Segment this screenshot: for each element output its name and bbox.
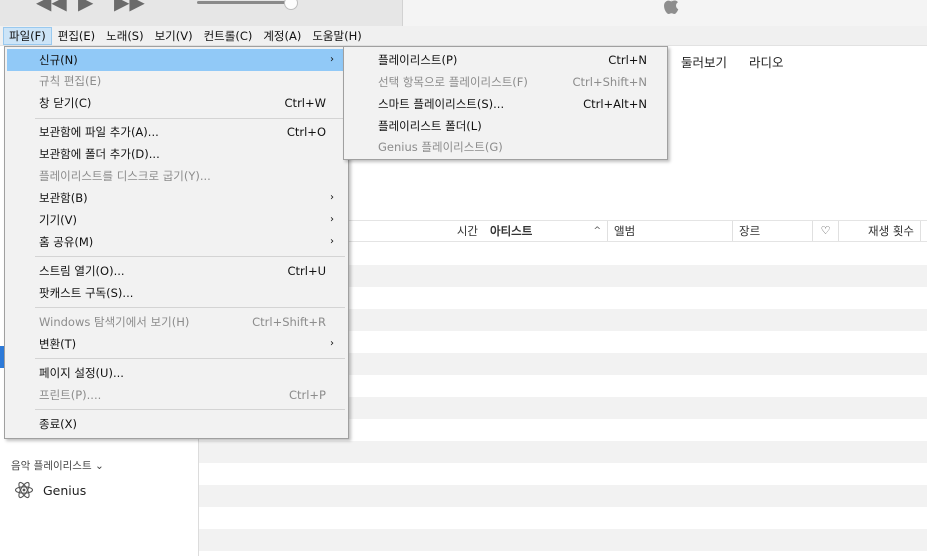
- menu-item-label: 페이지 설정(U)...: [39, 366, 124, 380]
- volume-slider-knob[interactable]: [284, 0, 298, 10]
- menu-controls[interactable]: 컨트롤(C): [199, 27, 258, 45]
- menu-item-new[interactable]: 신규(N) ›: [7, 49, 346, 71]
- menu-edit[interactable]: 편집(E): [53, 27, 100, 45]
- genius-atom-icon: [14, 481, 34, 499]
- submenu-arrow-icon: ›: [330, 236, 334, 247]
- menu-item-label: 신규(N): [39, 53, 78, 67]
- column-album[interactable]: 앨범: [608, 221, 733, 241]
- menu-item-label: 규칙 편집(E): [39, 74, 102, 88]
- menu-item-shortcut: Ctrl+U: [287, 264, 326, 278]
- sidebar-item-label: Genius: [43, 482, 87, 498]
- menu-item-label: 팟캐스트 구독(S)...: [39, 286, 134, 300]
- submenu-item-playlist[interactable]: 플레이리스트(P) Ctrl+N: [346, 49, 665, 71]
- menu-item-home-sharing[interactable]: 홈 공유(M) ›: [7, 231, 346, 253]
- player-controls: ◀◀ ▶ ▶▶: [0, 0, 403, 26]
- menu-file[interactable]: 파일(F): [3, 26, 52, 45]
- menu-item-label: Genius 플레이리스트(G): [378, 140, 503, 154]
- menu-item-shortcut: Ctrl+W: [284, 96, 326, 110]
- menu-help[interactable]: 도움말(H): [307, 27, 366, 45]
- menu-view[interactable]: 보기(V): [150, 27, 198, 45]
- menu-item-shortcut: Ctrl+Alt+N: [583, 97, 647, 111]
- menu-item-library[interactable]: 보관함(B) ›: [7, 187, 346, 209]
- menu-item-page-setup[interactable]: 페이지 설정(U)...: [7, 362, 346, 384]
- tab-browse[interactable]: 둘러보기: [681, 52, 727, 71]
- heart-icon: ♡: [820, 224, 831, 237]
- volume-slider[interactable]: [197, 1, 292, 4]
- menu-item-close-window[interactable]: 창 닫기(C) Ctrl+W: [7, 92, 346, 114]
- menu-item-devices[interactable]: 기기(V) ›: [7, 209, 346, 231]
- submenu-arrow-icon: ›: [330, 192, 334, 203]
- menu-item-open-stream[interactable]: 스트림 열기(O)... Ctrl+U: [7, 260, 346, 282]
- column-love[interactable]: ♡: [813, 221, 839, 241]
- menu-item-add-file[interactable]: 보관함에 파일 추가(A)... Ctrl+O: [7, 121, 346, 143]
- menu-item-label: 플레이리스트를 디스크로 굽기(Y)...: [39, 169, 211, 183]
- menu-separator: [35, 358, 345, 359]
- submenu-arrow-icon: ›: [330, 214, 334, 225]
- submenu-item-genius-playlist[interactable]: Genius 플레이리스트(G): [346, 136, 665, 158]
- menu-item-label: 홈 공유(M): [39, 235, 94, 249]
- menu-item-label: 스마트 플레이리스트(S)...: [378, 97, 505, 111]
- menu-separator: [35, 256, 345, 257]
- menu-item-show-in-explorer[interactable]: Windows 탐색기에서 보기(H) Ctrl+Shift+R: [7, 311, 346, 333]
- player-bar: ◀◀ ▶ ▶▶: [0, 0, 927, 26]
- column-time[interactable]: 시간: [349, 221, 484, 241]
- fast-forward-icon[interactable]: ▶▶: [114, 0, 145, 12]
- menu-item-label: 종료(X): [39, 417, 78, 431]
- menu-separator: [35, 409, 345, 410]
- column-plays[interactable]: 재생 횟수: [839, 221, 921, 241]
- column-genre[interactable]: 장르: [733, 221, 813, 241]
- table-row[interactable]: [199, 485, 927, 507]
- menu-item-shortcut: Ctrl+P: [288, 388, 326, 402]
- submenu-arrow-icon: ›: [330, 54, 334, 65]
- sidebar-item-genius[interactable]: Genius: [14, 480, 86, 500]
- table-row[interactable]: [199, 441, 927, 463]
- table-row[interactable]: [199, 529, 927, 551]
- menu-separator: [35, 118, 345, 119]
- menu-item-burn-playlist[interactable]: 플레이리스트를 디스크로 굽기(Y)...: [7, 165, 346, 187]
- menu-item-exit[interactable]: 종료(X): [7, 413, 346, 435]
- submenu-arrow-icon: ›: [330, 338, 334, 349]
- submenu-item-playlist-folder[interactable]: 플레이리스트 폴더(L): [346, 115, 665, 137]
- menu-account[interactable]: 계정(A): [258, 27, 306, 45]
- menu-item-label: 보관함에 폴더 추가(D)...: [39, 147, 160, 161]
- menu-song[interactable]: 노래(S): [101, 27, 148, 45]
- music-playlists-header[interactable]: 음악 플레이리스트 ⌄: [11, 458, 104, 473]
- menu-item-add-folder[interactable]: 보관함에 폴더 추가(D)...: [7, 143, 346, 165]
- menu-item-label: 보관함(B): [39, 191, 88, 205]
- column-artist-label: 아티스트: [490, 224, 533, 238]
- submenu-item-smart-playlist[interactable]: 스마트 플레이리스트(S)... Ctrl+Alt+N: [346, 93, 665, 115]
- rewind-icon[interactable]: ◀◀: [36, 0, 67, 12]
- menu-item-label: 플레이리스트(P): [378, 53, 458, 67]
- menu-item-shortcut: Ctrl+O: [286, 125, 326, 139]
- menu-bar: 파일(F) 편집(E) 노래(S) 보기(V) 컨트롤(C) 계정(A) 도움말…: [0, 26, 927, 46]
- menu-separator: [35, 307, 345, 308]
- menu-item-label: 선택 항목으로 플레이리스트(F): [378, 75, 528, 89]
- menu-item-shortcut: Ctrl+Shift+N: [572, 75, 647, 89]
- submenu-item-playlist-from-selection[interactable]: 선택 항목으로 플레이리스트(F) Ctrl+Shift+N: [346, 71, 665, 93]
- menu-item-shortcut: Ctrl+Shift+R: [252, 315, 326, 329]
- menu-item-label: 창 닫기(C): [39, 96, 92, 110]
- new-submenu: 플레이리스트(P) Ctrl+N 선택 항목으로 플레이리스트(F) Ctrl+…: [343, 46, 668, 160]
- apple-logo-icon: [664, 0, 679, 14]
- file-menu-dropdown: 신규(N) › 규칙 편집(E) 창 닫기(C) Ctrl+W 보관함에 파일 …: [4, 46, 349, 439]
- tab-radio[interactable]: 라디오: [749, 52, 784, 71]
- sort-ascending-icon: ^: [593, 226, 601, 236]
- menu-item-shortcut: Ctrl+N: [608, 53, 647, 67]
- menu-item-label: 기기(V): [39, 213, 77, 227]
- menu-item-convert[interactable]: 변환(T) ›: [7, 333, 346, 355]
- store-tabs: 둘러보기 라디오: [681, 52, 806, 71]
- menu-item-label: 보관함에 파일 추가(A)...: [39, 125, 159, 139]
- menu-item-label: 프린트(P)....: [39, 388, 102, 402]
- column-artist[interactable]: 아티스트 ^: [484, 221, 608, 241]
- menu-item-edit-rules[interactable]: 규칙 편집(E): [7, 70, 346, 92]
- menu-item-label: 스트림 열기(O)...: [39, 264, 125, 278]
- menu-item-print[interactable]: 프린트(P).... Ctrl+P: [7, 384, 346, 406]
- play-icon[interactable]: ▶: [78, 0, 93, 12]
- menu-item-subscribe-podcast[interactable]: 팟캐스트 구독(S)...: [7, 282, 346, 304]
- menu-item-label: 변환(T): [39, 337, 77, 351]
- menu-item-label: Windows 탐색기에서 보기(H): [39, 315, 190, 329]
- menu-item-label: 플레이리스트 폴더(L): [378, 119, 482, 133]
